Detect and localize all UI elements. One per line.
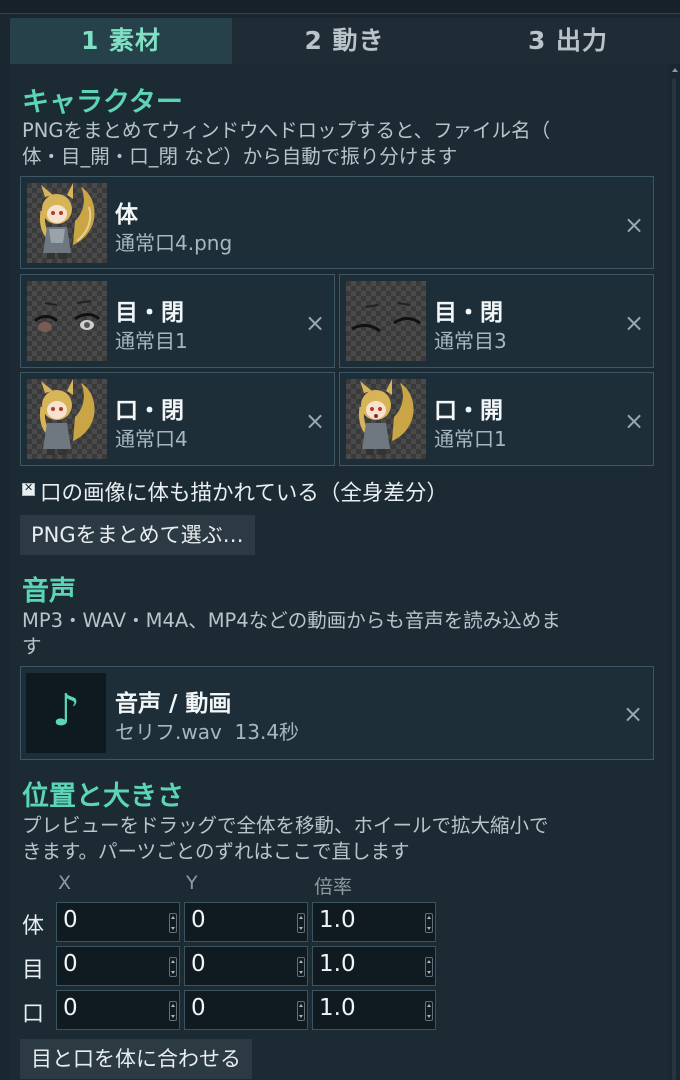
audio-card-file: セリフ.wav 13.4秒 [115, 720, 300, 744]
spinner-icon[interactable] [169, 913, 177, 933]
tab-motion[interactable]: 2 動き [232, 18, 457, 64]
eye-open-card[interactable]: 目・閉 通常目3 × [339, 274, 654, 368]
mouth-x-input[interactable]: 0 [56, 990, 180, 1030]
position-desc-line2: きます。パーツごとのずれはここで直します [22, 840, 410, 863]
mouth-open-card[interactable]: 口・開 通常口1 × [339, 372, 654, 466]
spinner-icon[interactable] [425, 1001, 433, 1021]
choose-png-button[interactable]: PNGをまとめて選ぶ… [20, 515, 255, 555]
body-y-input[interactable]: 0 [184, 902, 308, 942]
col-x-label: X [58, 872, 72, 894]
number-value[interactable]: 0 [63, 995, 78, 1021]
scrollbar[interactable] [670, 64, 680, 1080]
mouth-open-file: 通常口1 [434, 427, 507, 451]
position-desc-line1: プレビューをドラッグで全体を移動、ホイールで拡大縮小で [22, 814, 549, 837]
row-label-body: 体 [22, 914, 45, 939]
body-x-input[interactable]: 0 [56, 902, 180, 942]
eye-closed-file: 通常目1 [115, 329, 188, 353]
number-value[interactable]: 0 [191, 995, 206, 1021]
eye-closed-thumbnail [27, 281, 107, 361]
number-value[interactable]: 1.0 [319, 951, 356, 977]
spinner-icon[interactable] [425, 957, 433, 977]
number-value[interactable]: 0 [63, 907, 78, 933]
mouth-y-input[interactable]: 0 [184, 990, 308, 1030]
number-value[interactable]: 0 [63, 951, 78, 977]
col-y-label: Y [186, 872, 198, 894]
number-value[interactable]: 1.0 [319, 995, 356, 1021]
audio-desc-line1: MP3・WAV・M4A、MP4などの動画からも音声を読み込めま [22, 609, 561, 632]
mouth-open-thumbnail [346, 379, 426, 459]
audio-desc-line2: す [22, 635, 42, 658]
mouth-closed-file: 通常口4 [115, 427, 188, 451]
tab-output[interactable]: 3 出力 [457, 18, 679, 64]
row-label-mouth: 口 [22, 1002, 45, 1027]
top-bar [0, 0, 680, 14]
check-icon: ✕ [24, 481, 34, 494]
body-scale-input[interactable]: 1.0 [312, 902, 436, 942]
number-value[interactable]: 1.0 [319, 907, 356, 933]
eye-x-input[interactable]: 0 [56, 946, 180, 986]
body-image-card[interactable]: 体 通常口4.png × [20, 176, 654, 269]
spinner-icon[interactable] [169, 957, 177, 977]
character-heading: キャラクター [22, 87, 183, 118]
audio-thumbnail: ♪ [26, 673, 106, 753]
body-card-file: 通常口4.png [115, 231, 233, 255]
remove-body-icon[interactable]: × [624, 213, 644, 237]
mouth-closed-card[interactable]: 口・閉 通常口4 × [20, 372, 335, 466]
fullbody-checkbox[interactable]: ✕ [22, 481, 35, 496]
music-note-icon: ♪ [52, 685, 81, 736]
spinner-icon[interactable] [425, 913, 433, 933]
audio-heading: 音声 [22, 576, 76, 607]
eye-y-input[interactable]: 0 [184, 946, 308, 986]
eye-closed-title: 目・閉 [115, 300, 184, 326]
eye-open-thumbnail [346, 281, 426, 361]
spinner-icon[interactable] [297, 957, 305, 977]
body-thumbnail [27, 183, 107, 263]
number-value[interactable]: 0 [191, 951, 206, 977]
eye-closed-card[interactable]: 目・閉 通常目1 × [20, 274, 335, 368]
tab-bar: 1 素材 2 動き 3 出力 [10, 18, 680, 64]
tab-materials[interactable]: 1 素材 [10, 18, 232, 64]
col-scale-label: 倍率 [314, 876, 353, 898]
audio-card-title: 音声 / 動画 [115, 691, 232, 717]
remove-eye-closed-icon[interactable]: × [305, 311, 325, 335]
eye-open-file: 通常目3 [434, 329, 507, 353]
spinner-icon[interactable] [297, 1001, 305, 1021]
remove-mouth-closed-icon[interactable]: × [305, 409, 325, 433]
fullbody-checkbox-label[interactable]: 口の画像に体も描かれている（全身差分） [40, 476, 448, 507]
mouth-closed-thumbnail [27, 379, 107, 459]
remove-eye-open-icon[interactable]: × [624, 311, 644, 335]
mouth-open-title: 口・開 [434, 398, 503, 424]
number-value[interactable]: 0 [191, 907, 206, 933]
eye-open-title: 目・閉 [434, 300, 503, 326]
remove-mouth-open-icon[interactable]: × [624, 409, 644, 433]
spinner-icon[interactable] [297, 913, 305, 933]
scroll-up-icon[interactable] [672, 68, 678, 72]
mouth-closed-title: 口・閉 [115, 398, 184, 424]
body-card-title: 体 [115, 202, 138, 228]
character-desc-line1: PNGをまとめてウィンドウへドロップすると、ファイル名（ [22, 119, 551, 142]
character-desc-line2: 体・目_開・口_閉 など）から自動で振り分けます [22, 145, 458, 168]
position-heading: 位置と大きさ [22, 781, 184, 812]
remove-audio-icon[interactable]: × [623, 702, 643, 726]
eye-scale-input[interactable]: 1.0 [312, 946, 436, 986]
scrollbar-thumb[interactable] [672, 78, 676, 1080]
row-label-eye: 目 [22, 958, 45, 983]
fit-parts-button[interactable]: 目と口を体に合わせる [20, 1039, 252, 1079]
mouth-scale-input[interactable]: 1.0 [312, 990, 436, 1030]
spinner-icon[interactable] [169, 1001, 177, 1021]
